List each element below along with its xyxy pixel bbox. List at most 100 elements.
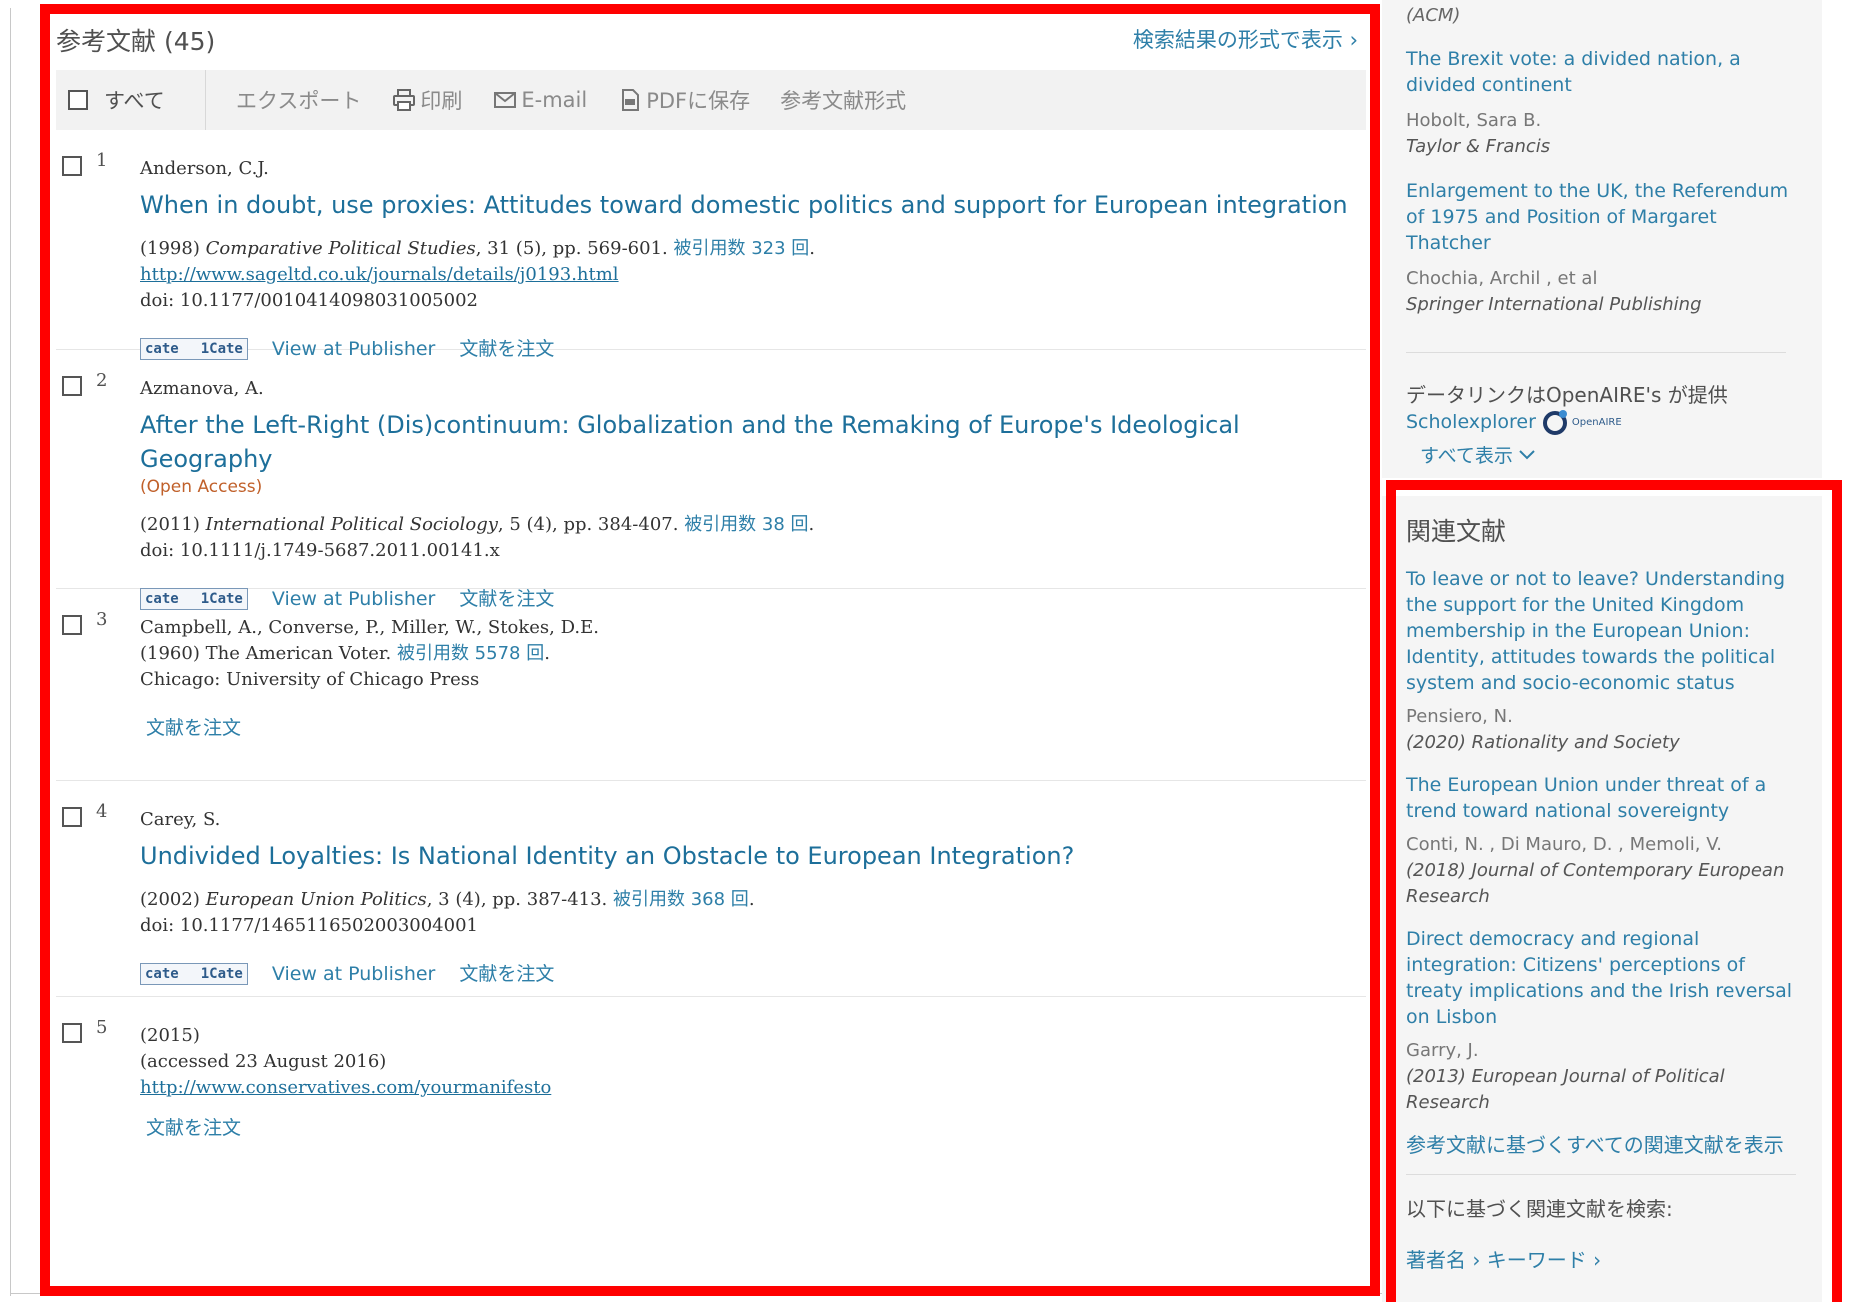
save-pdf-button[interactable]: PDFに保存: [617, 85, 750, 115]
related-document-title-link[interactable]: To leave or not to leave? Understanding …: [1406, 566, 1806, 696]
related-document-title-link[interactable]: The European Union under threat of a tre…: [1406, 772, 1806, 824]
reference-format-button[interactable]: 参考文献形式: [780, 85, 906, 115]
reference-meta: (1998) Comparative Political Studies, 31…: [140, 236, 1366, 314]
related-document-author: Conti, N. , Di Mauro, D. , Memoli, V.: [1406, 834, 1722, 855]
section-divider: [1406, 1174, 1796, 1175]
citing-document-publisher: Taylor & Francis: [1406, 136, 1551, 157]
citing-document-entry: Enlargement to the UK, the Referendum of…: [1406, 178, 1806, 318]
cate-badge[interactable]: cate 1Cate: [140, 963, 248, 985]
reference-number: 1: [96, 150, 108, 171]
reference-doi: doi: 10.1111/j.1749-5687.2011.00141.x: [140, 540, 500, 561]
related-documents-panel: 関連文献 To leave or not to leave? Understan…: [1406, 516, 1806, 1273]
reference-authors: Azmanova, A.: [140, 378, 264, 399]
publisher-acm: (ACM): [1406, 5, 1461, 26]
view-at-publisher-link[interactable]: View at Publisher: [272, 961, 436, 987]
email-label: E-mail: [521, 88, 588, 112]
reference-number: 5: [96, 1017, 108, 1038]
reference-meta: (2002) European Union Politics, 3 (4), p…: [140, 889, 755, 936]
show-all-label: すべて表示: [1420, 445, 1513, 467]
export-label: エクスポート: [236, 89, 362, 113]
reference-number: 4: [96, 801, 108, 822]
related-document-title-link[interactable]: Direct democracy and regional integratio…: [1406, 926, 1806, 1030]
select-all-control[interactable]: すべて: [56, 70, 206, 130]
citing-document-publisher: Springer International Publishing: [1406, 294, 1702, 315]
related-document-source: (2020) Rationality and Society: [1406, 732, 1680, 753]
datalink-provider-text: データリンクはOpenAIRE's が提供: [1406, 383, 1728, 407]
search-related-label: 以下に基づく関連文献を検索:: [1406, 1197, 1673, 1221]
reference-checkbox[interactable]: [62, 615, 82, 635]
print-button[interactable]: 印刷: [391, 85, 462, 115]
reference-meta: (2011) International Political Sociology…: [140, 514, 815, 561]
print-label: 印刷: [420, 89, 463, 113]
reference-year: (2011): [140, 514, 200, 535]
reference-item: 2 Azmanova, A. After the Left-Right (Dis…: [56, 350, 1366, 610]
reference-journal: European Union Politics: [205, 889, 427, 910]
related-documents-list: To leave or not to leave? Understanding …: [1406, 566, 1806, 1116]
related-document-author: Pensiero, N.: [1406, 706, 1513, 727]
cited-by-link[interactable]: 被引用数 323 回: [673, 238, 809, 259]
references-title: 参考文献 (45): [56, 22, 215, 58]
reference-checkbox[interactable]: [62, 807, 82, 827]
reference-publisher: Chicago: University of Chicago Press: [140, 669, 480, 690]
search-by-keyword-link[interactable]: キーワード ›: [1487, 1248, 1601, 1272]
related-document-author: Garry, J.: [1406, 1040, 1479, 1061]
reference-journal: International Political Sociology: [205, 514, 498, 535]
reference-actions: 文献を注文: [140, 1115, 1366, 1141]
references-toolbar: すべて エクスポート 印刷 E-mail PDFに保存 参考文献形式: [56, 70, 1366, 130]
references-title-text: 参考文献: [56, 27, 157, 56]
reference-list: 1 Anderson, C.J. When in doubt, use prox…: [56, 130, 1366, 1177]
reference-meta: (1960) The American Voter. 被引用数 5578 回. …: [140, 643, 550, 690]
cited-by-link[interactable]: 被引用数 5578 回: [397, 643, 544, 664]
show-as-search-results-link[interactable]: 検索結果の形式で表示 ›: [1133, 24, 1358, 54]
citing-document-entry: The Brexit vote: a divided nation, a div…: [1406, 46, 1806, 160]
reference-actions: cate 1Cate View at Publisher 文献を注文: [140, 961, 1366, 987]
reference-item: 3 Campbell, A., Converse, P., Miller, W.…: [56, 589, 1366, 781]
citing-document-author: Chochia, Archil , et al: [1406, 268, 1598, 289]
reference-url-link[interactable]: http://www.sageltd.co.uk/journals/detail…: [140, 262, 1366, 288]
reference-year: (1998): [140, 238, 200, 259]
select-all-checkbox[interactable]: [68, 90, 88, 110]
scholexplorer-link[interactable]: Scholexplorer: [1406, 409, 1536, 435]
show-all-toggle[interactable]: すべて表示: [1420, 441, 1806, 468]
reference-authors: Campbell, A., Converse, P., Miller, W., …: [140, 617, 599, 638]
order-document-link[interactable]: 文献を注文: [146, 1115, 241, 1141]
reference-journal: Comparative Political Studies: [205, 238, 476, 259]
reference-details: , 3 (4), pp. 387-413.: [426, 889, 608, 910]
reference-item: 5 (2015) (accessed 23 August 2016) http:…: [56, 997, 1366, 1177]
reference-url-link[interactable]: http://www.conservatives.com/yourmanifes…: [140, 1075, 1366, 1101]
reference-title-link[interactable]: When in doubt, use proxies: Attitudes to…: [140, 188, 1366, 222]
reference-number: 2: [96, 370, 108, 391]
references-panel: 参考文献 (45) 検索結果の形式で表示 › すべて エクスポート 印刷 E-m…: [46, 8, 1376, 1290]
reference-format-label: 参考文献形式: [780, 89, 907, 113]
cited-by-panel: (ACM) The Brexit vote: a divided nation,…: [1406, 4, 1806, 468]
export-button[interactable]: エクスポート: [236, 85, 361, 115]
page-bottom-border: [10, 1293, 1382, 1294]
reference-actions: 文献を注文: [140, 715, 1366, 741]
references-count: (45): [163, 27, 216, 56]
printer-icon: [391, 89, 417, 111]
view-all-related-link[interactable]: 参考文献に基づくすべての関連文献を表示: [1406, 1132, 1806, 1158]
related-document-source: (2013) European Journal of Political Res…: [1406, 1066, 1725, 1113]
reference-doi: doi: 10.1177/1465116502003004001: [140, 915, 478, 936]
reference-title-link[interactable]: Undivided Loyalties: Is National Identit…: [140, 839, 1366, 873]
citing-document-author: Hobolt, Sara B.: [1406, 110, 1542, 131]
reference-checkbox[interactable]: [62, 1023, 82, 1043]
order-document-link[interactable]: 文献を注文: [146, 715, 241, 741]
reference-book-title: The American Voter: [205, 643, 386, 664]
order-document-link[interactable]: 文献を注文: [459, 961, 554, 987]
email-button[interactable]: E-mail: [492, 88, 587, 112]
openaire-logo: OpenAIRE: [1542, 409, 1622, 435]
reference-year: (2002): [140, 889, 200, 910]
citing-document-title-link[interactable]: Enlargement to the UK, the Referendum of…: [1406, 178, 1806, 256]
cited-by-link[interactable]: 被引用数 368 回: [613, 889, 749, 910]
reference-checkbox[interactable]: [62, 376, 82, 396]
envelope-icon: [492, 89, 518, 111]
search-by-author-link[interactable]: 著者名 ›: [1406, 1248, 1480, 1272]
reference-checkbox[interactable]: [62, 156, 82, 176]
open-access-label: (Open Access): [140, 477, 263, 497]
reference-authors: Carey, S.: [140, 809, 221, 830]
cited-by-link[interactable]: 被引用数 38 回: [684, 514, 808, 535]
reference-title-link[interactable]: After the Left-Right (Dis)continuum: Glo…: [140, 408, 1366, 476]
citing-document-title-link[interactable]: The Brexit vote: a divided nation, a div…: [1406, 46, 1806, 98]
pdf-icon: [617, 89, 643, 111]
